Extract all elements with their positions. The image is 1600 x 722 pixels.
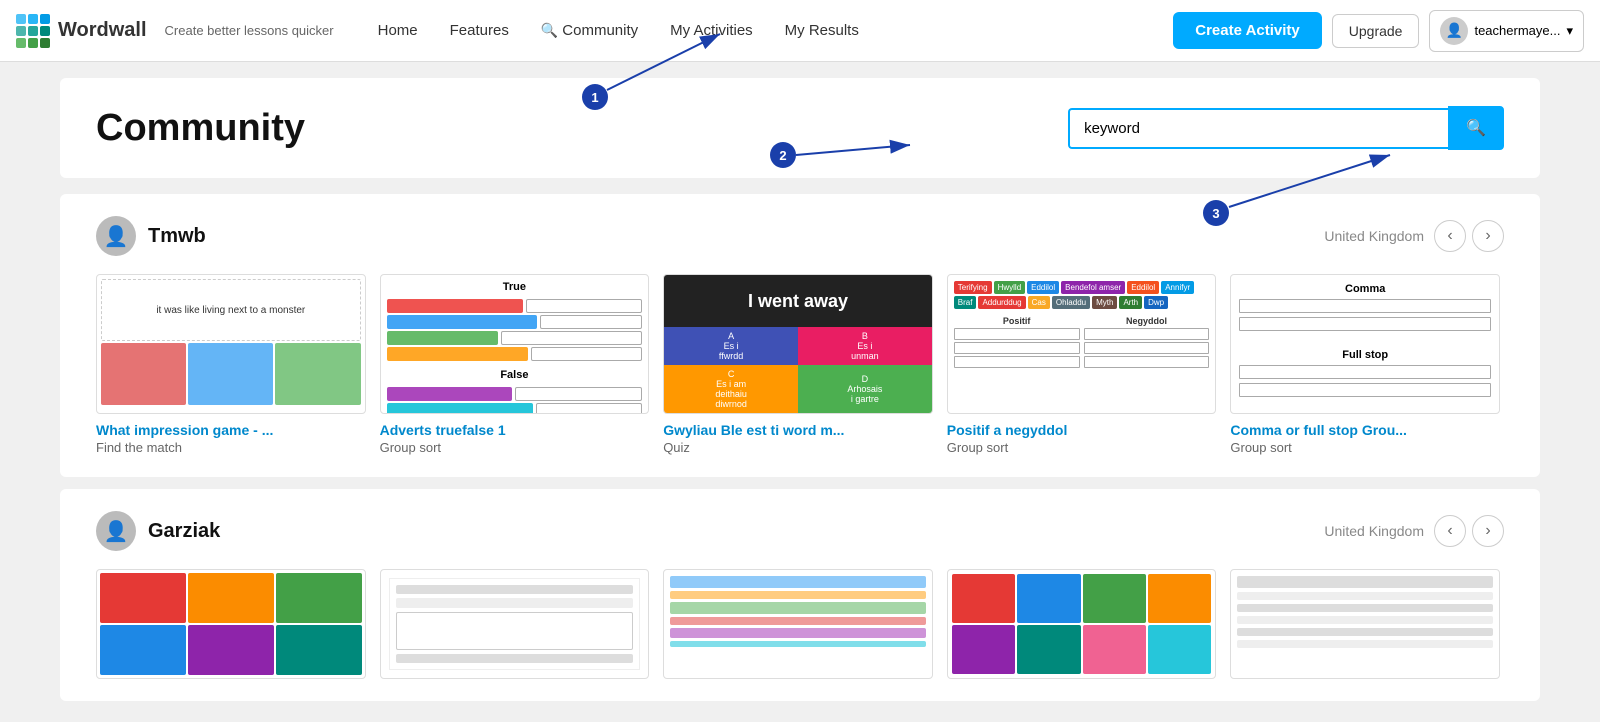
community-header: Community 🔍 [60, 78, 1540, 178]
chevron-down-icon: ▾ [1566, 23, 1573, 39]
thumb-positif: Terifying Hwylld Eddilol Bendefol amser … [947, 274, 1217, 414]
page-title: Community [96, 107, 305, 150]
tmwb-nav-arrows: ‹ › [1434, 220, 1504, 252]
tmwb-prev-arrow[interactable]: ‹ [1434, 220, 1466, 252]
tagline: Create better lessons quicker [165, 23, 334, 38]
garziak-next-arrow[interactable]: › [1472, 515, 1504, 547]
avatar: 👤 [1440, 17, 1468, 45]
card-positif[interactable]: Terifying Hwylld Eddilol Bendefol amser … [947, 274, 1217, 455]
garziak-prev-arrow[interactable]: ‹ [1434, 515, 1466, 547]
tmwb-cards-row: it was like living next to a monster [96, 274, 1504, 455]
nav-links: Home Features 🔍 Community My Activities … [364, 16, 1174, 45]
username-label: teachermaye... [1474, 23, 1560, 38]
garziak-card-5[interactable] [1230, 569, 1500, 679]
card-what-impression[interactable]: it was like living next to a monster [96, 274, 366, 455]
card-quiz[interactable]: I went away AEs iffwrdd BEs iunman CEs i… [663, 274, 933, 455]
garziak-card-1[interactable] [96, 569, 366, 679]
thumb-quiz: I went away AEs iffwrdd BEs iunman CEs i… [663, 274, 933, 414]
nav-features[interactable]: Features [436, 16, 523, 45]
brand-name: Wordwall [58, 19, 147, 42]
user-section-tmwb: 👤 Tmwb United Kingdom ‹ › i [60, 194, 1540, 477]
card-type-impression: Find the match [96, 440, 366, 455]
navbar: Wordwall Create better lessons quicker H… [0, 0, 1600, 62]
nav-my-activities[interactable]: My Activities [656, 16, 767, 45]
garziak-card-4[interactable] [947, 569, 1217, 679]
logo-grid [16, 14, 50, 48]
tmwb-avatar: 👤 [96, 216, 136, 256]
garziak-nav-arrows: ‹ › [1434, 515, 1504, 547]
search-input[interactable] [1068, 108, 1448, 149]
garziak-card-2[interactable] [380, 569, 650, 679]
search-icon: 🔍 [541, 22, 558, 39]
garziak-cards-row [96, 569, 1504, 679]
tmwb-country: United Kingdom ‹ › [1324, 220, 1504, 252]
nav-my-results[interactable]: My Results [771, 16, 873, 45]
tmwb-user-info: 👤 Tmwb [96, 216, 206, 256]
upgrade-button[interactable]: Upgrade [1332, 14, 1420, 48]
create-activity-button[interactable]: Create Activity [1173, 12, 1322, 49]
garziak-user-info: 👤 Garziak [96, 511, 220, 551]
card-title-comma: Comma or full stop Grou... [1230, 422, 1500, 438]
card-type-positif: Group sort [947, 440, 1217, 455]
tmwb-next-arrow[interactable]: › [1472, 220, 1504, 252]
thumb-what-impression: it was like living next to a monster [96, 274, 366, 414]
nav-home[interactable]: Home [364, 16, 432, 45]
search-icon: 🔍 [1466, 120, 1486, 137]
user-section-garziak: 👤 Garziak United Kingdom ‹ › [60, 489, 1540, 701]
nav-community[interactable]: 🔍 Community [527, 16, 652, 45]
card-type-comma: Group sort [1230, 440, 1500, 455]
card-comma[interactable]: Comma Full stop Comma or full stop Grou.… [1230, 274, 1500, 455]
card-type-quiz: Quiz [663, 440, 933, 455]
quiz-question: I went away [664, 275, 932, 327]
garziak-name: Garziak [148, 520, 220, 543]
card-title-impression: What impression game - ... [96, 422, 366, 438]
search-container: 🔍 [1068, 106, 1504, 150]
tmwb-header: 👤 Tmwb United Kingdom ‹ › [96, 216, 1504, 256]
card-title-quiz: Gwyliau Ble est ti word m... [663, 422, 933, 438]
thumb-truefalse: True [380, 274, 650, 414]
card-type-truefalse: Group sort [380, 440, 650, 455]
garziak-card-3[interactable] [663, 569, 933, 679]
user-menu[interactable]: 👤 teachermaye... ▾ [1429, 10, 1584, 52]
logo[interactable]: Wordwall [16, 14, 147, 48]
card-adverts-truefalse[interactable]: True [380, 274, 650, 455]
thumb-comma: Comma Full stop [1230, 274, 1500, 414]
card-title-positif: Positif a negyddol [947, 422, 1217, 438]
garziak-country: United Kingdom ‹ › [1324, 515, 1504, 547]
garziak-avatar: 👤 [96, 511, 136, 551]
garziak-header: 👤 Garziak United Kingdom ‹ › [96, 511, 1504, 551]
search-button[interactable]: 🔍 [1448, 106, 1504, 150]
card-title-truefalse: Adverts truefalse 1 [380, 422, 650, 438]
tmwb-name: Tmwb [148, 225, 206, 248]
main-content: Community 🔍 👤 Tmwb Un [40, 78, 1560, 701]
